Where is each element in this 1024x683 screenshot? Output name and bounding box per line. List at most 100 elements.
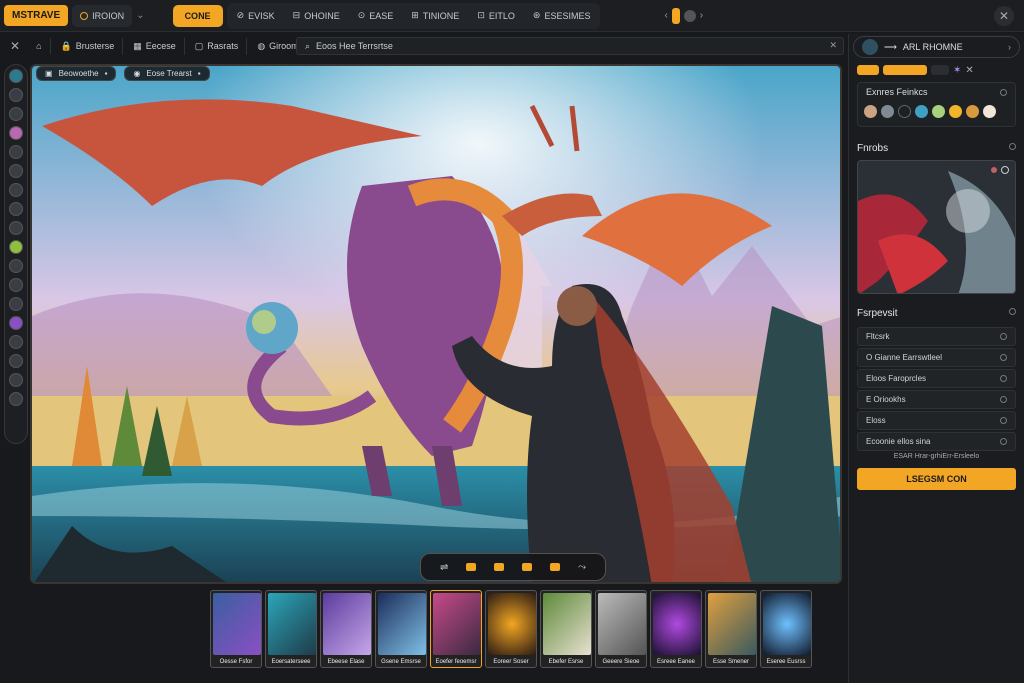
list-item[interactable]: Fltcsrk xyxy=(857,327,1016,346)
pen-tool-icon[interactable] xyxy=(9,88,23,102)
tab-2[interactable]: ⊟ OHOINE xyxy=(285,5,348,27)
share-icon[interactable]: ⤳ xyxy=(578,562,586,573)
radio-icon[interactable] xyxy=(1009,143,1016,150)
select-tool-icon[interactable] xyxy=(9,164,23,178)
thumbnail[interactable]: Eseree Eusrss xyxy=(760,590,812,668)
color-swatch[interactable] xyxy=(949,105,962,118)
tab-irion[interactable]: IROION xyxy=(72,4,133,27)
toolbar-item-4[interactable]: ▢ Rasrats xyxy=(187,37,248,55)
tool-button-4[interactable] xyxy=(550,563,561,571)
transform-icon[interactable]: ⇌ xyxy=(440,562,448,573)
toggle-track[interactable] xyxy=(671,7,680,24)
tool-button-1[interactable] xyxy=(466,563,477,571)
brush-tool-icon[interactable] xyxy=(9,69,23,83)
color-swatch[interactable] xyxy=(864,105,877,118)
toolbar-item-1[interactable]: ⌂ xyxy=(28,38,51,54)
chevron-down-icon[interactable]: ⌄ xyxy=(136,10,144,21)
tab-1[interactable]: ⊘ EVISK xyxy=(229,5,283,27)
list-item[interactable]: O Gianne Earrswtleel xyxy=(857,348,1016,367)
search-input[interactable]: ⌕ Eoos Hee Terrsrtse ✕ xyxy=(296,37,844,55)
thumbnail[interactable]: Ebefer Esrse xyxy=(540,590,592,668)
purple-swatch-icon[interactable] xyxy=(9,316,23,330)
clear-icon[interactable]: ✕ xyxy=(829,40,837,51)
close-icon[interactable]: ✕ xyxy=(965,65,973,76)
radio-icon[interactable] xyxy=(1000,88,1007,96)
color-swatch[interactable] xyxy=(915,105,928,118)
toggle-knob[interactable] xyxy=(683,9,696,22)
fill-tool-icon[interactable] xyxy=(9,145,23,159)
radio-icon[interactable] xyxy=(1000,333,1007,340)
radio-icon[interactable] xyxy=(1000,375,1007,382)
radio-icon[interactable] xyxy=(1009,308,1016,315)
artwork-canvas[interactable] xyxy=(30,64,842,584)
thumbnail[interactable]: Ebeese Elase xyxy=(320,590,372,668)
text-tool-icon[interactable] xyxy=(9,278,23,292)
hand-tool-icon[interactable] xyxy=(9,373,23,387)
toolbar-label: Eecese xyxy=(145,41,176,51)
canvas-tab-1[interactable]: ▣ Beowoethe ▪ xyxy=(36,66,117,81)
tool-button-3[interactable] xyxy=(522,563,533,571)
color-swatch[interactable] xyxy=(898,105,911,118)
avatar[interactable] xyxy=(862,39,878,55)
move-tool-icon[interactable] xyxy=(9,183,23,197)
close-icon[interactable]: ✕ xyxy=(994,6,1014,26)
list-item[interactable]: Eloos Faroprcles xyxy=(857,369,1016,388)
eraser-tool-icon[interactable] xyxy=(9,107,23,121)
color-tool-icon[interactable] xyxy=(9,126,23,140)
radio-icon[interactable] xyxy=(1000,396,1007,403)
zoom-tool-icon[interactable] xyxy=(9,392,23,406)
radio-icon[interactable] xyxy=(1000,438,1007,445)
blur-tool-icon[interactable] xyxy=(9,221,23,235)
thumbnail[interactable]: Geeere Sieoe xyxy=(595,590,647,668)
tab-4[interactable]: ⊞ TINIONE xyxy=(403,5,467,27)
crop-tool-icon[interactable] xyxy=(9,297,23,311)
tool-button-2[interactable] xyxy=(494,563,505,571)
color-swatch[interactable] xyxy=(966,105,979,118)
panel-search-text: ARL RHOMNE xyxy=(902,42,963,52)
preset-pill[interactable] xyxy=(857,65,879,75)
preview-image[interactable] xyxy=(857,160,1016,294)
app-logo[interactable]: MSTRAVE xyxy=(4,5,69,26)
primary-action-button[interactable]: LSEGSM CON xyxy=(857,468,1016,490)
star-icon[interactable]: ✶ xyxy=(953,65,961,76)
chevron-right-icon[interactable]: › xyxy=(700,10,703,21)
list-item[interactable]: Eloss xyxy=(857,411,1016,430)
preset-pill[interactable] xyxy=(931,65,949,75)
panel-search-input[interactable]: ⟶ ARL RHOMNE › xyxy=(853,36,1020,58)
radio-icon[interactable] xyxy=(1000,354,1007,361)
tab-6[interactable]: ⊛ ESESIMES xyxy=(525,5,599,27)
thumbnail[interactable]: Oesse Fsfor xyxy=(210,590,262,668)
tab-3[interactable]: ⊙ EASE xyxy=(350,5,402,27)
close-icon[interactable]: ▪ xyxy=(105,69,108,78)
toolbar-item-2[interactable]: 🔒 Brusterse xyxy=(53,37,124,55)
close-icon[interactable]: ▪ xyxy=(198,69,201,78)
thumbnail[interactable]: Eoreer Soser xyxy=(485,590,537,668)
color-swatch[interactable] xyxy=(932,105,945,118)
chevron-right-icon[interactable]: › xyxy=(1008,42,1011,52)
color-swatch[interactable] xyxy=(881,105,894,118)
shape-tool-icon[interactable] xyxy=(9,354,23,368)
close-icon[interactable]: ✕ xyxy=(4,39,26,53)
color-swatch[interactable] xyxy=(983,105,996,118)
preset-pill[interactable] xyxy=(883,65,927,75)
toggle-switch[interactable]: ‹ › xyxy=(664,7,703,24)
thumbnail[interactable]: Esreee Eanee xyxy=(650,590,702,668)
green-swatch-icon[interactable] xyxy=(9,240,23,254)
tab-active[interactable]: CONE xyxy=(172,4,223,27)
radio-icon[interactable] xyxy=(1000,417,1007,424)
layer-tool-icon[interactable] xyxy=(9,259,23,273)
toolbar-item-3[interactable]: ▦ Eecese xyxy=(125,37,185,55)
canvas-tab-2[interactable]: ◉ Eose Trearst ▪ xyxy=(124,66,210,81)
gradient-tool-icon[interactable] xyxy=(9,335,23,349)
list-item[interactable]: E Oriookhs xyxy=(857,390,1016,409)
thumbnail[interactable]: Eoersaterseee xyxy=(265,590,317,668)
thumbnail[interactable]: Gsene Emsrse xyxy=(375,590,427,668)
thumbnail-selected[interactable]: Eoefer feoemsr xyxy=(430,590,482,668)
preview-dot-icon[interactable] xyxy=(991,167,997,173)
chevron-left-icon[interactable]: ‹ xyxy=(664,10,667,21)
thumbnail[interactable]: Esse Smener xyxy=(705,590,757,668)
preview-radio-icon[interactable] xyxy=(1001,166,1009,174)
list-item[interactable]: Ecoonie ellos sina xyxy=(857,432,1016,451)
tab-5[interactable]: ⊡ EITLO xyxy=(469,5,523,27)
smudge-tool-icon[interactable] xyxy=(9,202,23,216)
